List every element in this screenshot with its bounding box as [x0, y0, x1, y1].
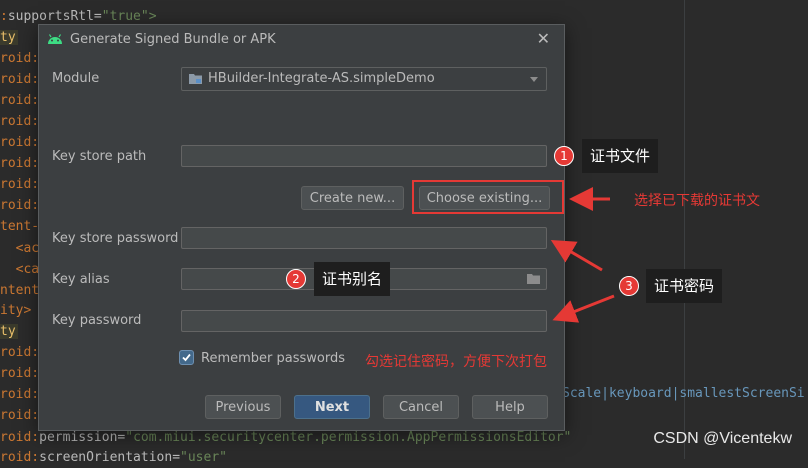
code-line-prefix: ntent: [0, 283, 40, 298]
help-button[interactable]: Help: [472, 395, 548, 419]
dialog-titlebar[interactable]: Generate Signed Bundle or APK ✕: [39, 25, 564, 55]
annotation-note-remember: 勾选记住密码，方便下次打包: [365, 354, 547, 370]
code-line-equals: =: [93, 9, 102, 24]
dialog-title: Generate Signed Bundle or APK: [70, 32, 276, 47]
code-line-value: "com.miui.securitycenter.permission.AppP…: [125, 430, 572, 445]
next-button[interactable]: Next: [294, 395, 370, 419]
annotation-number-3: 3: [619, 276, 639, 296]
code-line-prefix: roid:: [0, 177, 40, 192]
code-line-attr: supportsRtl: [7, 9, 94, 24]
code-line-prefix: roid:: [0, 72, 40, 87]
annotation-tag-key-password: 证书密码: [646, 269, 723, 303]
annotation-tag-keystore-file: 证书文件: [582, 139, 659, 173]
code-line: roid:: [0, 111, 39, 132]
code-line-prefix: roid:: [0, 198, 40, 213]
code-overflow-text: Scale|keyboard|smallestScreenSi: [562, 386, 805, 401]
remember-passwords-checkbox[interactable]: [179, 350, 194, 365]
code-line: roid:: [0, 363, 39, 384]
code-line: roid:screenOrientation="user": [0, 447, 227, 468]
code-line-prefix: roid:: [0, 387, 40, 402]
code-line: ty: [0, 27, 18, 48]
code-line-prefix: tent-: [0, 219, 40, 234]
android-icon: [48, 34, 62, 44]
code-line-prefix: ty: [0, 324, 18, 339]
code-line: roid:: [0, 342, 39, 363]
keystore-path-input[interactable]: [181, 145, 547, 167]
csdn-watermark: CSDN @Vicentekw: [653, 430, 792, 447]
key-password-label: Key password: [52, 313, 142, 328]
code-line-value: "user": [180, 450, 227, 465]
folder-icon: [189, 74, 202, 84]
keystore-password-input[interactable]: [181, 227, 547, 249]
code-line-prefix: roid:: [0, 450, 40, 465]
code-line-prefix: roid:: [0, 366, 40, 381]
code-line-prefix: roid:: [0, 430, 40, 445]
key-password-input[interactable]: [181, 310, 547, 332]
code-line: roid:: [0, 195, 39, 216]
code-line: roid:: [0, 405, 39, 426]
cancel-button[interactable]: Cancel: [383, 395, 459, 419]
code-line-prefix: ity>: [0, 303, 32, 318]
code-line: ty: [0, 321, 18, 342]
module-value: HBuilder-Integrate-AS.simpleDemo: [208, 71, 435, 86]
code-line-prefix: ty: [0, 30, 18, 45]
code-line-prefix: roid:: [0, 408, 40, 423]
create-new-button[interactable]: Create new...: [301, 186, 404, 210]
code-line-prefix: roid:: [0, 135, 40, 150]
code-line-prefix: :: [0, 9, 8, 24]
annotation-note-choose: 选择已下载的证书文: [634, 193, 760, 209]
checkmark-icon: [182, 353, 191, 362]
code-line: ntent: [0, 280, 39, 301]
code-line-value: "true">: [101, 9, 157, 24]
module-select[interactable]: HBuilder-Integrate-AS.simpleDemo: [181, 67, 547, 91]
remember-passwords-label[interactable]: Remember passwords: [201, 351, 345, 366]
code-line-equals: =: [172, 450, 181, 465]
code-line-prefix: roid:: [0, 345, 40, 360]
code-line: roid:: [0, 132, 39, 153]
annotation-number-1: 1: [554, 146, 574, 166]
code-line-prefix: roid:: [0, 114, 40, 129]
annotation-number-2: 2: [286, 269, 306, 289]
code-line: roid:: [0, 90, 39, 111]
module-label: Module: [52, 71, 100, 86]
code-line: roid:: [0, 174, 39, 195]
chevron-down-icon: [530, 77, 538, 82]
keystore-password-label: Key store password: [52, 231, 179, 246]
close-icon[interactable]: ✕: [537, 29, 550, 48]
code-line: tent-: [0, 216, 39, 237]
code-line: roid:: [0, 48, 39, 69]
previous-button[interactable]: Previous: [205, 395, 281, 419]
code-line-prefix: roid:: [0, 51, 40, 66]
code-line: roid:: [0, 69, 39, 90]
annotation-tag-key-alias: 证书别名: [314, 262, 391, 296]
code-line-attr: screenOrientation: [39, 450, 173, 465]
code-line: roid:: [0, 153, 39, 174]
choose-existing-highlight: [412, 180, 564, 214]
code-line: ity>: [0, 300, 31, 321]
key-alias-label: Key alias: [52, 272, 110, 287]
code-line-prefix: roid:: [0, 93, 40, 108]
folder-icon[interactable]: [527, 273, 540, 284]
code-line-attr: permission: [39, 430, 118, 445]
keystore-path-label: Key store path: [52, 149, 147, 164]
code-line: roid:: [0, 384, 39, 405]
code-line-prefix: roid:: [0, 156, 40, 171]
